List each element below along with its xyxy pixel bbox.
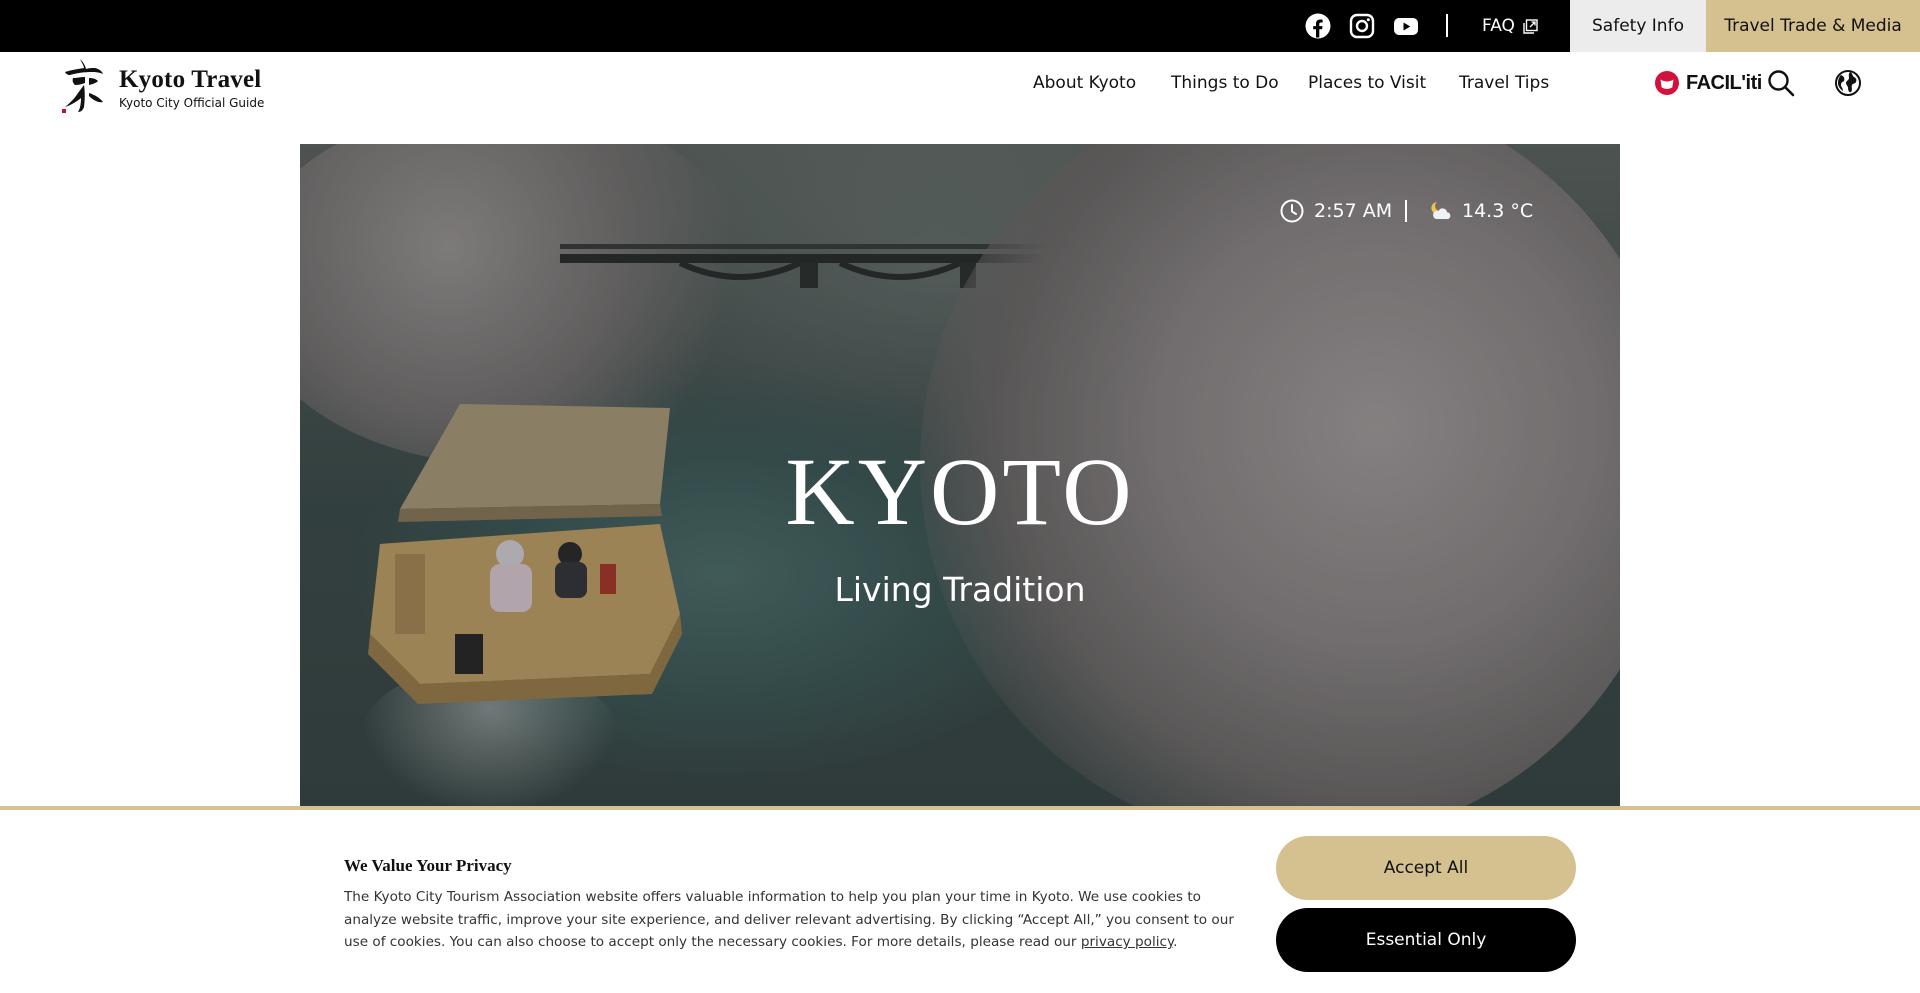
safety-info-tab[interactable]: Safety Info bbox=[1570, 0, 1706, 52]
nav-places-to-visit[interactable]: Places to Visit bbox=[1308, 52, 1426, 114]
hero-banner: 2:57 AM 14.3 °C KYOTO Living Tradition bbox=[300, 144, 1620, 806]
facil-iti-accessibility-button[interactable]: FACIL'iti bbox=[1654, 68, 1762, 98]
cookie-text-end: . bbox=[1173, 934, 1178, 950]
partly-cloudy-night-icon bbox=[1431, 202, 1451, 219]
nav-about-kyoto[interactable]: About Kyoto bbox=[1033, 52, 1136, 114]
site-logo[interactable]: Kyoto Travel Kyoto City Official Guide bbox=[58, 56, 278, 126]
cookie-description: The Kyoto City Tourism Association websi… bbox=[344, 886, 1254, 954]
kyoto-logo-mark-icon bbox=[62, 59, 103, 113]
search-icon[interactable] bbox=[1766, 68, 1796, 98]
accept-all-button[interactable]: Accept All bbox=[1276, 836, 1576, 900]
cookie-consent-banner: We Value Your Privacy The Kyoto City Tou… bbox=[0, 806, 1920, 993]
globe-icon[interactable] bbox=[1833, 68, 1863, 98]
essential-only-button[interactable]: Essential Only bbox=[1276, 908, 1576, 972]
hero-subtitle: Living Tradition bbox=[834, 570, 1086, 609]
external-link-icon bbox=[1523, 18, 1538, 34]
hero-title: KYOTO bbox=[785, 438, 1135, 545]
instagram-icon[interactable] bbox=[1349, 13, 1375, 39]
nav-things-to-do[interactable]: Things to Do bbox=[1171, 52, 1279, 114]
facil-iti-label: FACIL'iti bbox=[1686, 71, 1762, 94]
facil-iti-icon bbox=[1655, 71, 1679, 95]
logo-title: Kyoto Travel bbox=[119, 66, 262, 93]
faq-label: FAQ bbox=[1482, 16, 1515, 36]
facebook-icon[interactable] bbox=[1305, 13, 1331, 39]
temperature-text: 14.3 °C bbox=[1462, 200, 1534, 222]
privacy-policy-link[interactable]: privacy policy bbox=[1081, 934, 1173, 950]
clock-icon bbox=[1280, 199, 1304, 223]
local-time-text: 2:57 AM bbox=[1314, 200, 1393, 222]
cookie-title: We Value Your Privacy bbox=[344, 856, 512, 875]
travel-trade-media-tab[interactable]: Travel Trade & Media bbox=[1706, 0, 1920, 52]
local-weather: 14.3 °C bbox=[1428, 196, 1533, 226]
faq-link[interactable]: FAQ bbox=[1482, 0, 1538, 52]
site-header: Kyoto Travel Kyoto City Official Guide A… bbox=[0, 52, 1920, 144]
logo-subtitle: Kyoto City Official Guide bbox=[119, 96, 265, 110]
info-divider bbox=[1405, 200, 1407, 222]
youtube-icon[interactable] bbox=[1393, 13, 1419, 39]
local-time: 2:57 AM bbox=[1280, 196, 1392, 226]
top-utility-bar: FAQ Safety Info Travel Trade & Media bbox=[0, 0, 1920, 52]
nav-travel-tips[interactable]: Travel Tips bbox=[1459, 52, 1549, 114]
divider bbox=[1446, 14, 1448, 37]
